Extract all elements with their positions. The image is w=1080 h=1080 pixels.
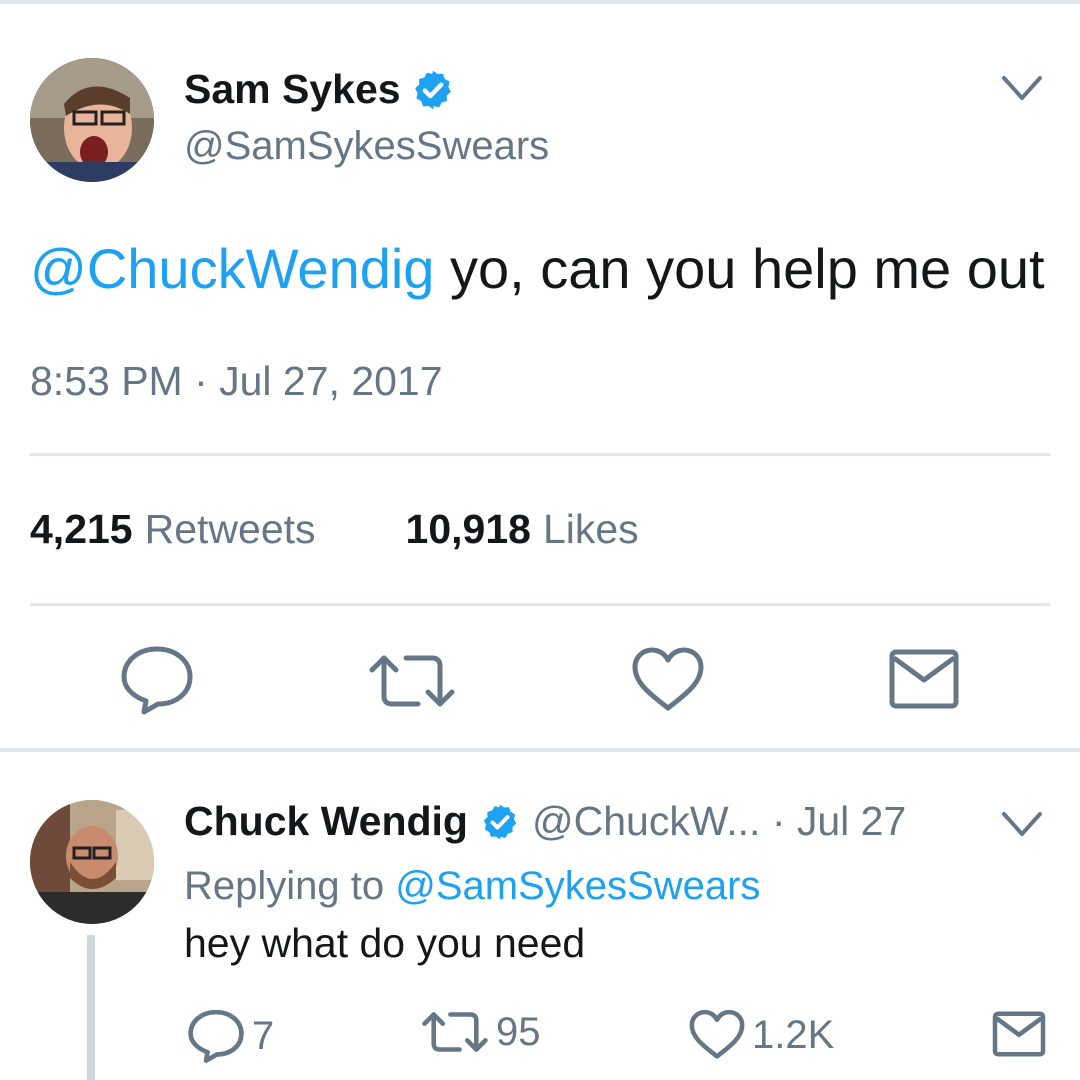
divider — [30, 453, 1050, 456]
verified-badge-icon — [480, 802, 520, 842]
retweet-icon[interactable] — [366, 650, 458, 712]
reply-retweet-button[interactable]: 95 — [420, 1008, 541, 1056]
replying-to: Replying to @SamSykesSwears — [184, 864, 760, 909]
reply-count: 7 — [252, 1013, 275, 1058]
retweet-count: 95 — [496, 1009, 541, 1054]
replying-to-handle[interactable]: @SamSykesSwears — [395, 864, 760, 908]
reply-author-row[interactable]: Chuck Wendig @ChuckW... · Jul 27 — [184, 798, 906, 845]
avatar-sam-sykes[interactable] — [30, 58, 154, 182]
message-icon — [992, 1011, 1046, 1057]
tweet-text: @ChuckWendig yo, can you help me out — [30, 236, 1045, 301]
verified-badge-icon — [411, 68, 455, 112]
chevron-down-icon[interactable] — [998, 70, 1046, 106]
author-name-row[interactable]: Sam Sykes — [184, 66, 455, 113]
reply-message-button[interactable] — [992, 1010, 1052, 1058]
like-icon — [689, 1009, 745, 1059]
chevron-down-icon[interactable] — [998, 808, 1046, 840]
divider — [30, 603, 1050, 606]
likes-stat[interactable]: 10,918 Likes — [406, 506, 639, 553]
tweet-body: yo, can you help me out — [434, 237, 1045, 300]
message-icon[interactable] — [888, 648, 960, 710]
tweet-timestamp[interactable]: 8:53 PM · Jul 27, 2017 — [30, 358, 443, 405]
retweets-label: Retweets — [144, 506, 316, 552]
reply-icon[interactable] — [118, 644, 196, 716]
reply-text: hey what do you need — [184, 920, 586, 966]
retweets-stat[interactable]: 4,215 Retweets — [30, 506, 316, 553]
reply-author-name[interactable]: Chuck Wendig — [184, 798, 468, 845]
thread-line — [87, 935, 95, 1080]
author-handle[interactable]: @SamSykesSwears — [184, 124, 549, 169]
retweet-icon — [422, 1012, 488, 1052]
replying-to-label: Replying to — [184, 864, 396, 908]
tweet-stats: 4,215 Retweets 10,918 Likes — [30, 506, 639, 553]
reply-like-button[interactable]: 1.2K — [688, 1008, 834, 1062]
mention-link[interactable]: @ChuckWendig — [30, 237, 434, 300]
retweets-count: 4,215 — [30, 506, 133, 552]
reply-icon — [188, 1009, 244, 1063]
likes-label: Likes — [542, 506, 639, 552]
author-name[interactable]: Sam Sykes — [184, 66, 401, 113]
like-icon[interactable] — [630, 646, 706, 714]
like-count: 1.2K — [752, 1012, 835, 1057]
tweet-separator — [0, 748, 1080, 752]
avatar-chuck-wendig[interactable] — [30, 800, 154, 924]
top-border — [0, 0, 1080, 4]
reply-reply-button[interactable]: 7 — [186, 1008, 274, 1064]
likes-count: 10,918 — [405, 506, 531, 552]
reply-author-handle-date[interactable]: @ChuckW... · Jul 27 — [532, 798, 906, 845]
